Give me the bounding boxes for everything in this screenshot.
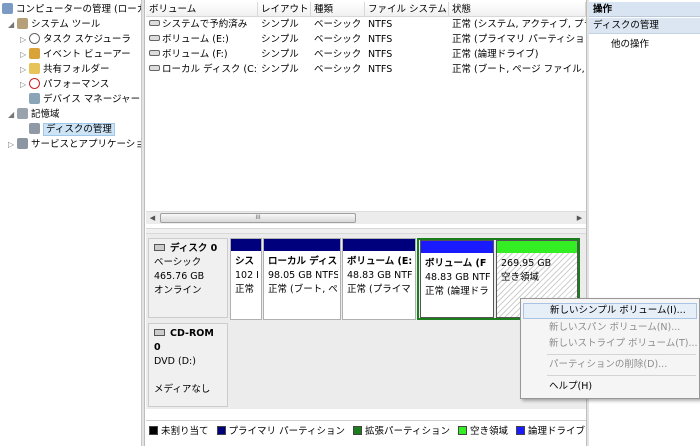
collapsed-arrow-icon[interactable]: ▷ (20, 47, 29, 62)
expanded-arrow-icon[interactable]: ◢ (8, 17, 17, 32)
collapsed-arrow-icon[interactable]: ▷ (20, 62, 29, 77)
menu-item-delete-partition[interactable]: パーティションの削除(D)... (523, 357, 697, 373)
legend-swatch (353, 426, 363, 435)
scroll-grip: III (255, 214, 261, 221)
primary-partition-bar (343, 239, 415, 251)
disk-management-icon (29, 123, 40, 134)
tree-item-disk-management[interactable]: ディスクの管理 (29, 122, 115, 137)
menu-item-help[interactable]: ヘルプ(H) (523, 379, 697, 395)
tree-item-performance[interactable]: ▷ パフォーマンス (20, 77, 109, 92)
cdrom0-drive: DVD (D:) (154, 356, 196, 367)
shared-folder-icon (29, 63, 40, 74)
disk-drive-icon (154, 244, 165, 251)
computer-management-icon (2, 3, 13, 14)
tree-item-event-viewer[interactable]: ▷ イベント ビューアー (20, 47, 131, 62)
menu-separator (547, 354, 696, 355)
legend-item-extended: 拡張パーティション (353, 421, 450, 442)
volume-icon (149, 20, 160, 26)
legend-item-free-space: 空き領域 (458, 421, 508, 442)
free-space-bar (497, 241, 577, 253)
tree-item-storage[interactable]: ◢ 記憶域 (8, 107, 60, 122)
actions-section-disk-management[interactable]: ディスクの管理 (589, 18, 700, 34)
actions-header: 操作 (589, 2, 700, 17)
disk0-status: オンライン (154, 285, 202, 296)
scroll-right-arrow-icon[interactable]: ▶ (573, 212, 586, 224)
disk0-label[interactable]: ディスク 0 ベーシック 465.76 GB オンライン (148, 238, 228, 318)
logical-drive-bar (421, 241, 493, 253)
tree-item-device-manager[interactable]: デバイス マネージャー (29, 92, 140, 107)
partition-local-disk-c[interactable]: ローカル ディスク98.05 GB NTFS正常 (ブート, ペ (263, 238, 341, 320)
table-row[interactable]: ボリューム (F:) シンプル ベーシック NTFS 正常 (論理ドライブ) (146, 47, 586, 62)
scroll-left-arrow-icon[interactable]: ◀ (146, 212, 159, 224)
disk0-type: ベーシック (154, 257, 202, 268)
performance-icon (29, 78, 40, 89)
cdrom0-media: メディアなし (154, 384, 211, 395)
clock-icon (29, 33, 40, 44)
menu-item-new-striped-volume[interactable]: 新しいストライプ ボリューム(T)... (523, 336, 698, 352)
legend-swatch (216, 426, 226, 435)
tree-item-computer-management[interactable]: コンピューターの管理 (ローカ (2, 2, 141, 17)
disk0-size: 465.76 GB (154, 271, 205, 282)
left-splitter[interactable] (142, 0, 145, 446)
event-viewer-icon (29, 48, 40, 59)
scroll-thumb[interactable]: III (160, 213, 356, 223)
column-header-layout[interactable]: レイアウト (258, 2, 311, 17)
horizontal-scrollbar[interactable]: ◀ III ▶ (146, 211, 586, 224)
table-row[interactable]: システムで予約済み シンプル ベーシック NTFS 正常 (システム, アクティ… (146, 17, 586, 32)
table-row[interactable]: ボリューム (E:) シンプル ベーシック NTFS 正常 (プライマリ パーテ… (146, 32, 586, 47)
tree-item-system-tools[interactable]: ◢ システム ツール (8, 17, 100, 32)
other-actions-link[interactable]: 他の操作 (611, 37, 649, 52)
column-header-status[interactable]: 状態 (449, 2, 586, 17)
primary-partition-bar (231, 239, 261, 251)
navigation-tree: コンピューターの管理 (ローカ ◢ システム ツール ▷ タスク スケジューラ ▷ イ… (0, 0, 142, 446)
volume-icon (149, 35, 160, 41)
context-menu: 新しいシンプル ボリューム(I)... 新しいスパン ボリューム(N)... 新… (520, 298, 700, 399)
partition-volume-f[interactable]: ボリューム (F 48.83 GB NTF 正常 (論理ドラ (420, 240, 494, 318)
partition-volume-e[interactable]: ボリューム (E: 48.83 GB NTFS 正常 (プライマ (342, 238, 416, 320)
disk0-name: ディスク 0 (170, 243, 218, 254)
menu-item-new-simple-volume[interactable]: 新しいシンプル ボリューム(I)... (523, 303, 697, 319)
legend-swatch (516, 426, 526, 435)
primary-partition-bar (264, 239, 340, 251)
tree-item-services-applications[interactable]: ▷ サービスとアプリケーション (8, 137, 141, 152)
expanded-arrow-icon[interactable]: ◢ (8, 107, 17, 122)
legend: 未割り当て プライマリ パーティション 拡張パーティション 空き領域 論理ドライ… (146, 420, 586, 442)
device-manager-icon (29, 93, 40, 104)
collapsed-arrow-icon[interactable]: ▷ (8, 137, 17, 152)
legend-swatch (458, 426, 467, 435)
collapsed-arrow-icon[interactable]: ▷ (20, 77, 29, 92)
services-icon (17, 138, 28, 149)
menu-item-new-spanned-volume[interactable]: 新しいスパン ボリューム(N)... (523, 320, 697, 336)
legend-item-logical: 論理ドライブ (516, 421, 585, 442)
storage-icon (17, 108, 28, 119)
menu-separator (547, 375, 696, 376)
volume-icon (149, 50, 160, 56)
partition-system-reserved[interactable]: シス 102 I 正常 (230, 238, 262, 320)
column-header-filesystem[interactable]: ファイル システム (365, 2, 449, 17)
cdrom-icon (154, 329, 165, 336)
legend-item-primary: プライマリ パーティション (216, 421, 345, 442)
tree-item-shared-folders[interactable]: ▷ 共有フォルダー (20, 62, 110, 77)
tree-item-task-scheduler[interactable]: ▷ タスク スケジューラ (20, 32, 131, 47)
collapsed-arrow-icon[interactable]: ▷ (20, 32, 29, 47)
table-row[interactable]: ローカル ディスク (C:) シンプル ベーシック NTFS 正常 (ブート, … (146, 62, 586, 77)
tools-icon (17, 18, 28, 29)
legend-swatch (149, 426, 158, 435)
volume-icon (149, 65, 160, 71)
column-header-type[interactable]: 種類 (311, 2, 365, 17)
cdrom0-label[interactable]: CD-ROM 0 DVD (D:) メディアなし (148, 323, 228, 407)
legend-item-unallocated: 未割り当て (149, 421, 209, 442)
column-header-volume[interactable]: ボリューム (146, 2, 258, 17)
